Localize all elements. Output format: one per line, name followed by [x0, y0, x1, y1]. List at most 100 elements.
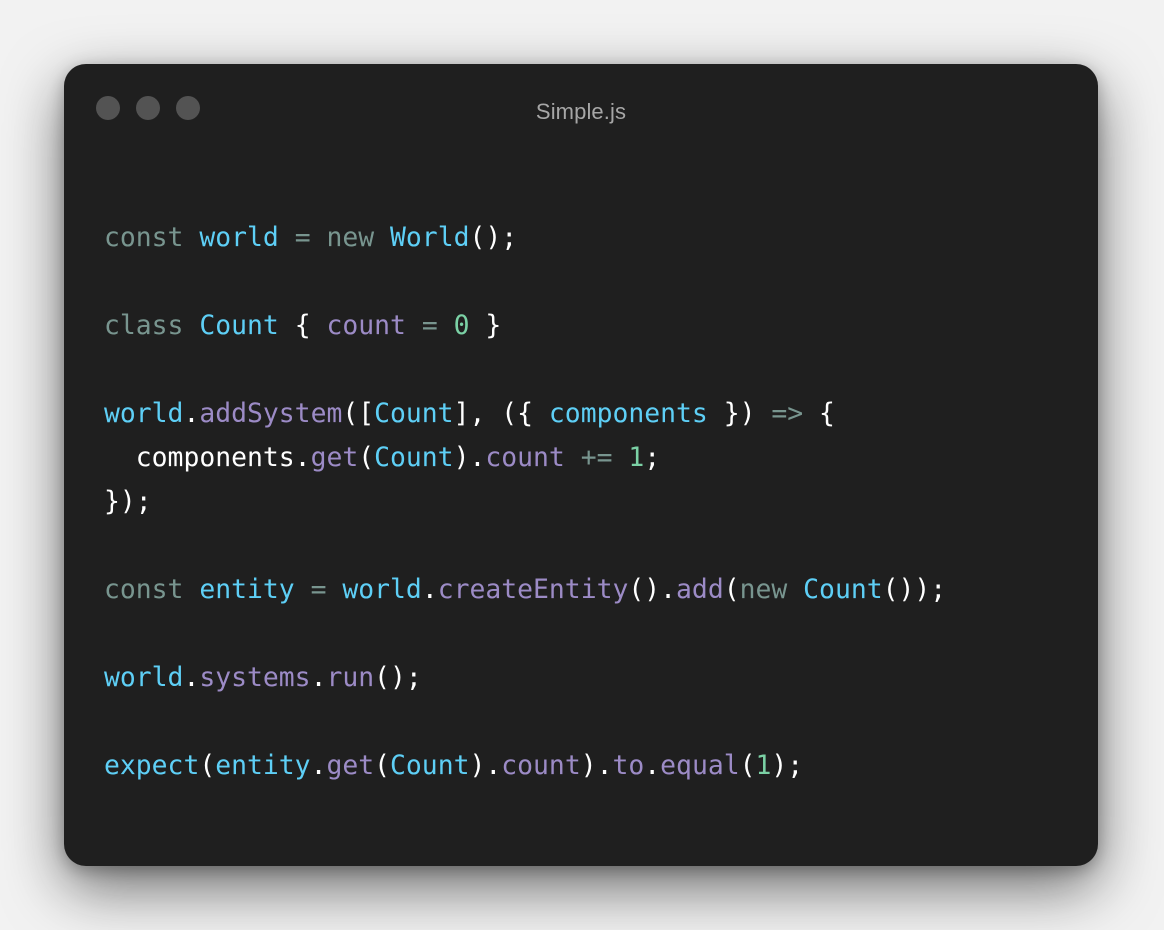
code-line: expect(entity.get(Count).count).to.equal…	[104, 744, 946, 788]
code-identifier: Count	[374, 442, 454, 473]
code-identifier: world	[199, 222, 279, 253]
code-line: const world = new World();	[104, 216, 946, 260]
code-identifier: world	[104, 398, 184, 429]
code-line: world.systems.run();	[104, 656, 946, 700]
code-number: 1	[755, 750, 772, 781]
code-punctuation: .	[310, 750, 327, 781]
code-punctuation: .	[644, 750, 661, 781]
window-titlebar: Simple.js	[64, 64, 1098, 156]
code-line: });	[104, 480, 946, 524]
code-punctuation: }	[485, 310, 502, 341]
code-punctuation: {	[294, 310, 311, 341]
code-punctuation: ().	[628, 574, 677, 605]
code-punctuation: ([	[342, 398, 375, 429]
code-line: world.addSystem([Count], ({ components }…	[104, 392, 946, 436]
code-property: get	[310, 442, 359, 473]
code-identifier: Count	[374, 398, 454, 429]
code-number: 1	[628, 442, 645, 473]
code-text: components	[104, 442, 295, 473]
code-property: equal	[660, 750, 740, 781]
code-property: count	[326, 310, 406, 341]
code-window: Simple.js const world = new World(); cla…	[64, 64, 1098, 866]
code-line: components.get(Count).count += 1;	[104, 436, 946, 480]
code-punctuation: (	[358, 442, 375, 473]
code-punctuation: .	[183, 398, 200, 429]
code-punctuation: (	[374, 750, 391, 781]
code-property: count	[501, 750, 581, 781]
code-line: class Count { count = 0 }	[104, 304, 946, 348]
code-punctuation: (	[739, 750, 756, 781]
code-keyword: class	[104, 310, 184, 341]
code-identifier: entity	[215, 750, 311, 781]
code-operator: =	[294, 222, 311, 253]
window-title: Simple.js	[535, 99, 627, 124]
code-number: 0	[453, 310, 470, 341]
code-keyword: new	[326, 222, 375, 253]
code-property: addSystem	[199, 398, 343, 429]
code-punctuation: ).	[469, 750, 502, 781]
code-punctuation: .	[310, 662, 327, 693]
code-punctuation: });	[104, 486, 152, 517]
code-identifier: World	[390, 222, 470, 253]
code-punctuation: ).	[453, 442, 486, 473]
code-punctuation: ;	[644, 442, 661, 473]
code-property: count	[485, 442, 565, 473]
code-identifier: world	[104, 662, 184, 693]
code-punctuation: (	[199, 750, 216, 781]
code-property: run	[326, 662, 375, 693]
code-identifier: Count	[390, 750, 470, 781]
code-punctuation: .	[183, 662, 200, 693]
code-punctuation: ).	[580, 750, 613, 781]
code-punctuation: .	[294, 442, 311, 473]
code-property: get	[326, 750, 375, 781]
code-property: createEntity	[437, 574, 629, 605]
code-keyword: new	[739, 574, 788, 605]
code-operator: +=	[580, 442, 613, 473]
code-operator: =	[310, 574, 327, 605]
code-property: add	[676, 574, 724, 605]
code-punctuation: ({	[501, 398, 534, 429]
code-property: to	[612, 750, 645, 781]
code-punctuation: (	[723, 574, 740, 605]
code-property: systems	[199, 662, 311, 693]
code-punctuation: );	[771, 750, 804, 781]
code-punctuation: ();	[374, 662, 422, 693]
code-identifier: entity	[199, 574, 295, 605]
code-punctuation: })	[723, 398, 756, 429]
code-identifier: expect	[104, 750, 200, 781]
code-punctuation: ());	[882, 574, 947, 605]
code-punctuation: {	[819, 398, 835, 429]
code-operator: =>	[771, 398, 804, 429]
code-block: const world = new World(); class Count {…	[104, 216, 946, 788]
code-identifier: Count	[199, 310, 279, 341]
code-line: const entity = world.createEntity().add(…	[104, 568, 946, 612]
code-punctuation: ();	[469, 222, 518, 253]
code-keyword: const	[104, 574, 184, 605]
code-identifier: components	[548, 398, 708, 429]
